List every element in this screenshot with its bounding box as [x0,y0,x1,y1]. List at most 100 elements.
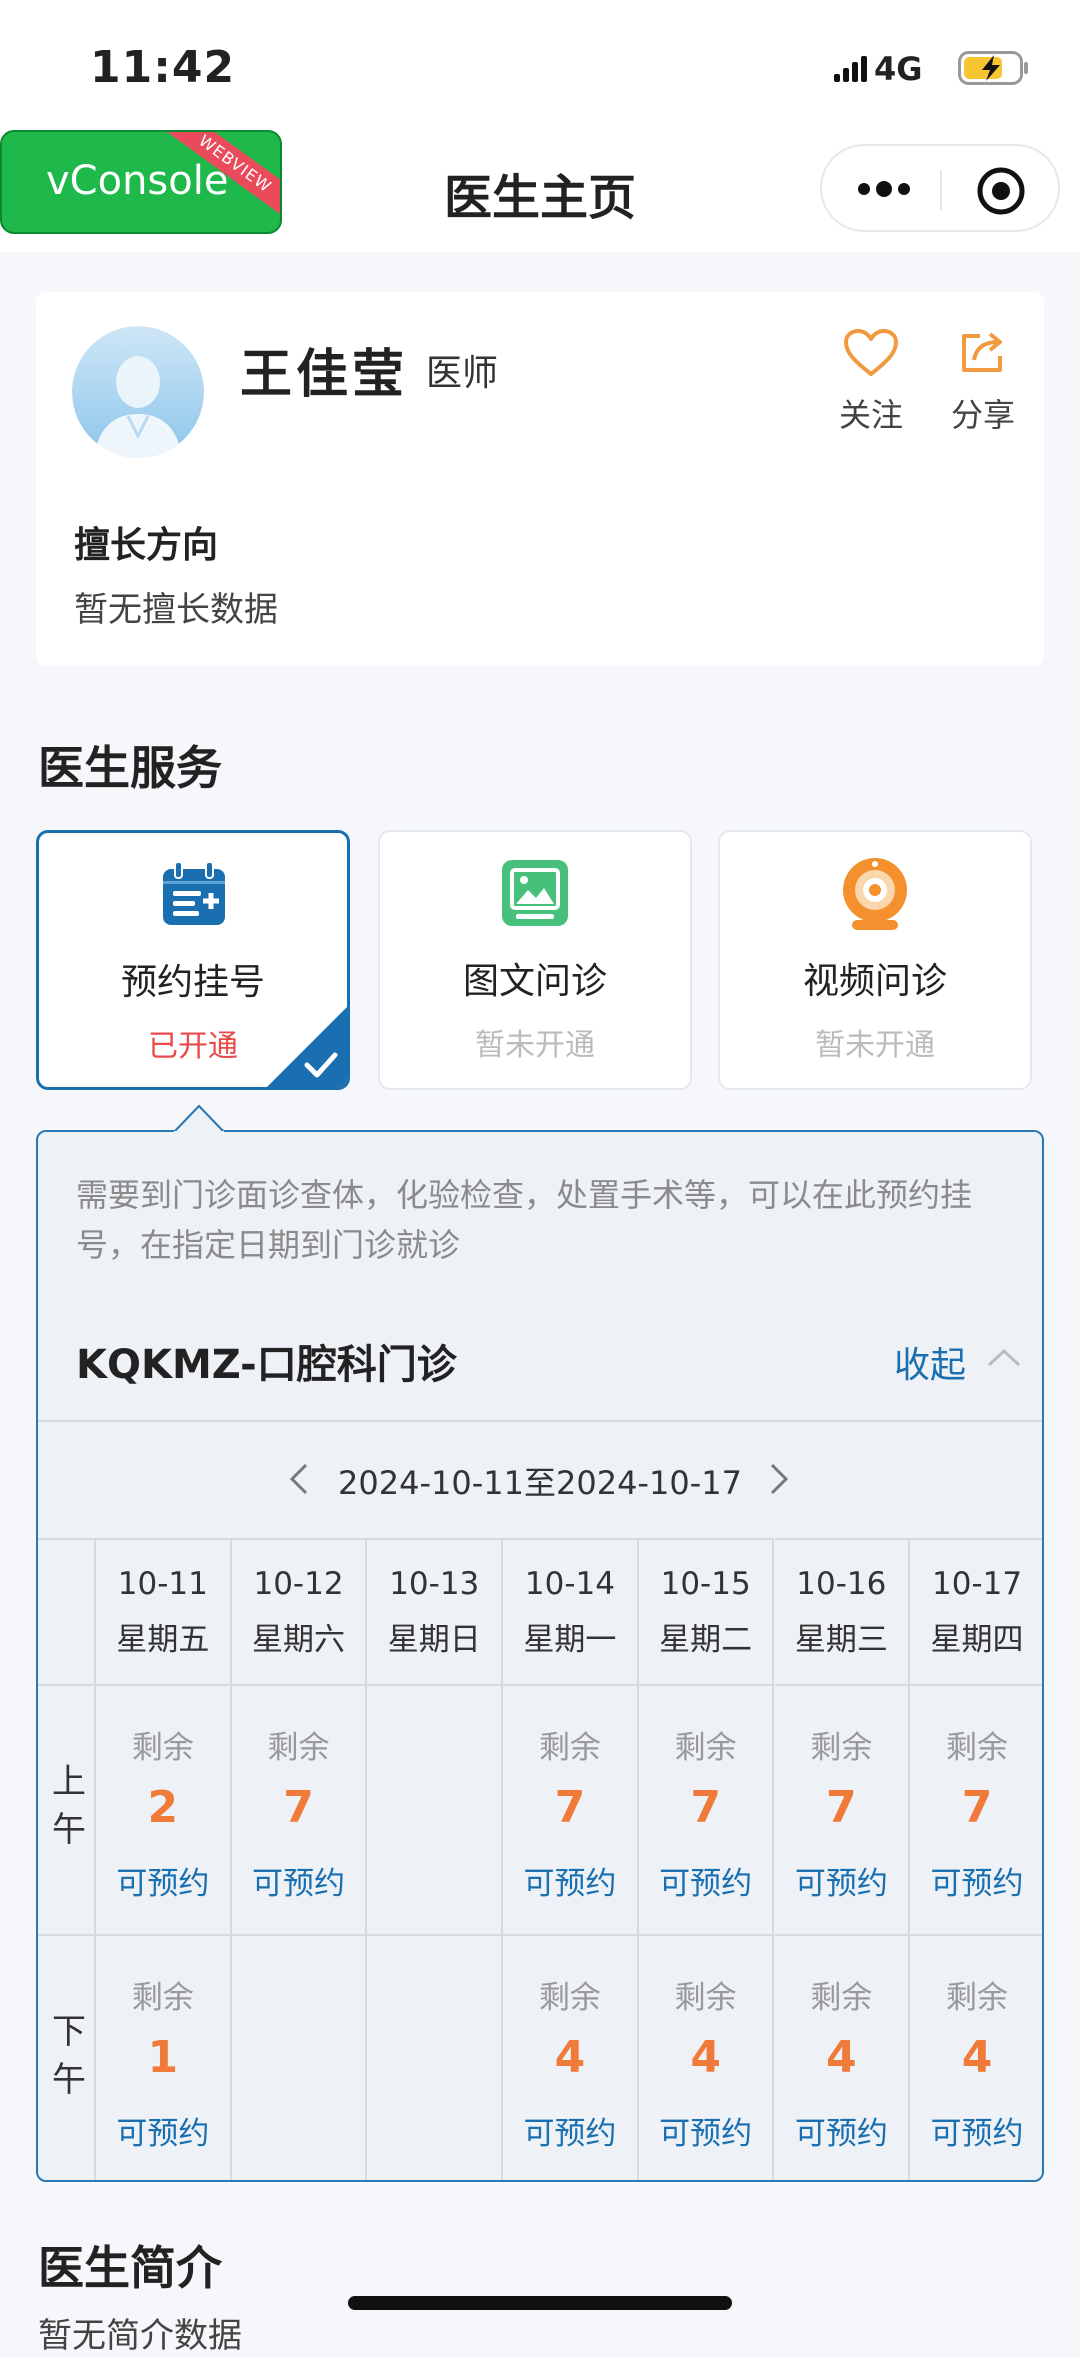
book-link: 可预约 [794,1866,888,1902]
chevron-right-icon[interactable] [768,1462,790,1496]
doctor-avatar [72,326,204,458]
remaining-label: 剩余 [538,1730,601,1766]
remaining-label: 剩余 [131,1980,194,2016]
collapse-button[interactable]: 收起 [894,1336,1024,1386]
book-link: 可预约 [523,2116,617,2152]
slot-cell[interactable]: 剩余 1 可预约 [96,1934,232,2180]
day-date: 10-16 [796,1566,887,1602]
book-link: 可预约 [659,1866,753,1902]
day-weekday: 星期二 [659,1622,753,1658]
remaining-count: 2 [147,1782,179,1833]
day-header: 10-17 星期四 [910,1538,1042,1684]
schedule-panel: 需要到门诊面诊查体，化验检查，处置手术等，可以在此预约挂号，在指定日期到门诊就诊… [36,1130,1044,2182]
day-weekday: 星期五 [116,1622,210,1658]
remaining-label: 剩余 [538,1980,601,2016]
network-type: 4G [874,50,923,88]
collapse-label: 收起 [894,1345,967,1386]
remaining-label: 剩余 [810,1980,873,2016]
remaining-count: 7 [690,1782,721,1833]
service-status: 暂未开通 [475,1028,595,1063]
remaining-count: 4 [826,2032,857,2083]
share-button[interactable]: 分享 [938,322,1028,442]
week-navigator: 2024-10-11至2024-10-17 [38,1422,1042,1538]
service-text-consult[interactable]: 图文问诊 暂未开通 [378,830,692,1090]
follow-label: 关注 [838,396,903,434]
battery-charging-icon [958,51,1028,85]
grid-corner [38,1538,96,1684]
services-heading: 医生服务 [38,741,222,795]
day-date: 10-12 [253,1566,344,1602]
book-link: 可预约 [659,2116,753,2152]
slot-cell[interactable]: 剩余 7 可预约 [638,1684,775,1934]
day-header: 10-12 星期六 [231,1538,368,1684]
slot-cell[interactable]: 剩余 4 可预约 [910,1934,1042,2180]
schedule-grid: 10-11 星期五 10-12 星期六 10-13 星期日 10-14 星期一 10-15 星期二… [38,1538,1042,2180]
close-mini-program-icon[interactable] [976,166,1026,216]
book-link: 可预约 [930,2116,1024,2152]
slot-cell[interactable]: 剩余 4 可预约 [503,1934,639,2180]
empty-slot-cell [231,1934,368,2180]
more-icon[interactable] [856,178,912,200]
panel-pointer [174,1104,224,1134]
remaining-count: 7 [826,1782,857,1833]
signal-icon [834,56,867,82]
book-link: 可预约 [116,2116,210,2152]
service-status: 暂未开通 [815,1028,935,1063]
image-icon [502,860,568,926]
department-name: KQKMZ-口腔科门诊 [76,1342,457,1388]
calendar-icon [163,861,225,925]
remaining-count: 7 [961,1782,993,1833]
remaining-count: 7 [283,1782,314,1833]
empty-slot-cell [367,1684,504,1934]
day-weekday: 星期六 [252,1622,346,1658]
status-time: 11:42 [90,42,236,93]
follow-button[interactable]: 关注 [826,322,916,442]
day-header: 10-11 星期五 [96,1538,232,1684]
mini-program-capsule [820,144,1060,232]
specialty-text: 暂无擅长数据 [74,590,278,630]
day-date: 10-11 [117,1566,208,1602]
remaining-count: 4 [961,2032,993,2083]
specialty-heading: 擅长方向 [74,525,219,566]
service-appointment[interactable]: 预约挂号 已开通 [36,830,350,1090]
intro-text: 暂无简介数据 [38,2316,242,2356]
remaining-count: 4 [690,2032,721,2083]
book-link: 可预约 [252,1866,346,1902]
service-label: 视频问诊 [802,961,947,1002]
book-link: 可预约 [794,2116,888,2152]
day-header: 10-14 星期一 [503,1538,639,1684]
doctor-title: 医师 [426,353,499,394]
slot-cell[interactable]: 剩余 7 可预约 [910,1684,1042,1934]
appointment-description: 需要到门诊面诊查体，化验检查，处置手术等，可以在此预约挂号，在指定日期到门诊就诊 [76,1176,973,1264]
chevron-up-icon [987,1348,1021,1367]
slot-cell[interactable]: 剩余 7 可预约 [774,1684,911,1934]
day-header: 10-16 星期三 [774,1538,911,1684]
day-weekday: 星期三 [794,1622,888,1658]
share-icon [962,332,1002,372]
empty-slot-cell [367,1934,504,2180]
period-label: 上午 [52,1762,86,1850]
slot-cell[interactable]: 剩余 4 可预约 [638,1934,775,2180]
heart-icon [844,329,898,376]
book-link: 可预约 [930,1866,1024,1902]
doctor-name: 王佳莹 [240,345,409,405]
period-label-cell: 下午 [38,1934,96,2180]
service-video-consult[interactable]: 视频问诊 暂未开通 [718,830,1032,1090]
slot-cell[interactable]: 剩余 7 可预约 [231,1684,368,1934]
slot-cell[interactable]: 剩余 4 可预约 [774,1934,911,2180]
day-date: 10-13 [389,1566,480,1602]
slot-cell[interactable]: 剩余 2 可预约 [96,1684,232,1934]
week-range: 2024-10-11至2024-10-17 [338,1464,742,1502]
intro-heading: 医生简介 [38,2241,222,2295]
capsule-divider [940,170,942,210]
remaining-count: 1 [147,2032,179,2083]
day-weekday: 星期日 [387,1622,481,1658]
remaining-label: 剩余 [674,1730,737,1766]
remaining-label: 剩余 [131,1730,194,1766]
slot-cell[interactable]: 剩余 7 可预约 [503,1684,639,1934]
day-date: 10-15 [660,1566,751,1602]
day-weekday: 星期四 [930,1622,1024,1658]
doctor-card: 王佳莹 医师 关注 分享 擅长方向 暂无擅长数据 [36,292,1044,666]
remaining-label: 剩余 [946,1730,1009,1766]
book-link: 可预约 [523,1866,617,1902]
